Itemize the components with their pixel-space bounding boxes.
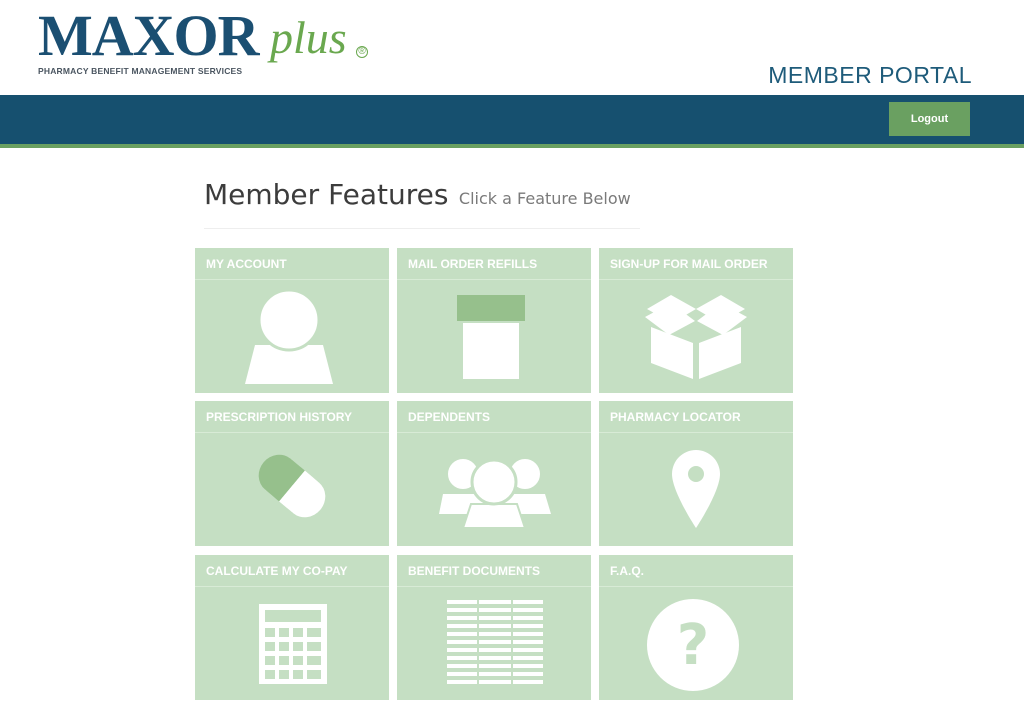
document-table-icon (397, 588, 591, 700)
question-mark-icon: ? (599, 588, 793, 700)
calculator-icon (195, 588, 389, 700)
feature-grid: MY ACCOUNT MAIL ORDER REFILLS SIGN-UP FO… (195, 248, 793, 700)
tile-label: CALCULATE MY CO-PAY (195, 555, 389, 587)
registered-mark: ® (356, 46, 368, 58)
group-icon (397, 434, 591, 546)
tile-mail-order-refills[interactable]: MAIL ORDER REFILLS (397, 248, 591, 393)
tile-label: MAIL ORDER REFILLS (397, 248, 591, 280)
tile-label: SIGN-UP FOR MAIL ORDER (599, 248, 793, 280)
tile-label: MY ACCOUNT (195, 248, 389, 280)
tile-faq[interactable]: F.A.Q. ? (599, 555, 793, 700)
tile-benefit-documents[interactable]: BENEFIT DOCUMENTS (397, 555, 591, 700)
navigation-bar: Logout (0, 95, 1024, 148)
tile-label: BENEFIT DOCUMENTS (397, 555, 591, 587)
person-icon (195, 281, 389, 393)
open-box-icon (599, 281, 793, 393)
logo-plus: plus (270, 12, 347, 63)
page-title: Member Features (204, 178, 449, 211)
logo-wordmark: MAXOR (38, 3, 260, 68)
site-header: MAXOR plus ® PHARMACY BENEFIT MANAGEMENT… (0, 0, 1024, 95)
logo-tagline: PHARMACY BENEFIT MANAGEMENT SERVICES (38, 66, 243, 76)
tile-calculate-copay[interactable]: CALCULATE MY CO-PAY (195, 555, 389, 700)
tile-label: F.A.Q. (599, 555, 793, 587)
map-pin-icon (599, 434, 793, 546)
tile-dependents[interactable]: DEPENDENTS (397, 401, 591, 546)
features-heading: Member Features Click a Feature Below (204, 178, 640, 229)
capsule-icon (195, 434, 389, 546)
tile-label: DEPENDENTS (397, 401, 591, 433)
pill-bottle-icon (397, 281, 591, 393)
tile-pharmacy-locator[interactable]: PHARMACY LOCATOR (599, 401, 793, 546)
page-subtitle: Click a Feature Below (458, 189, 631, 208)
tile-label: PHARMACY LOCATOR (599, 401, 793, 433)
tile-sign-up-mail-order[interactable]: SIGN-UP FOR MAIL ORDER (599, 248, 793, 393)
tile-my-account[interactable]: MY ACCOUNT (195, 248, 389, 393)
tile-prescription-history[interactable]: PRESCRIPTION HISTORY (195, 401, 389, 546)
logout-button[interactable]: Logout (889, 102, 970, 136)
svg-text:?: ? (677, 613, 709, 678)
maxorplus-logo[interactable]: MAXOR plus ® PHARMACY BENEFIT MANAGEMENT… (38, 6, 378, 90)
tile-label: PRESCRIPTION HISTORY (195, 401, 389, 433)
portal-title: MEMBER PORTAL (768, 62, 972, 88)
